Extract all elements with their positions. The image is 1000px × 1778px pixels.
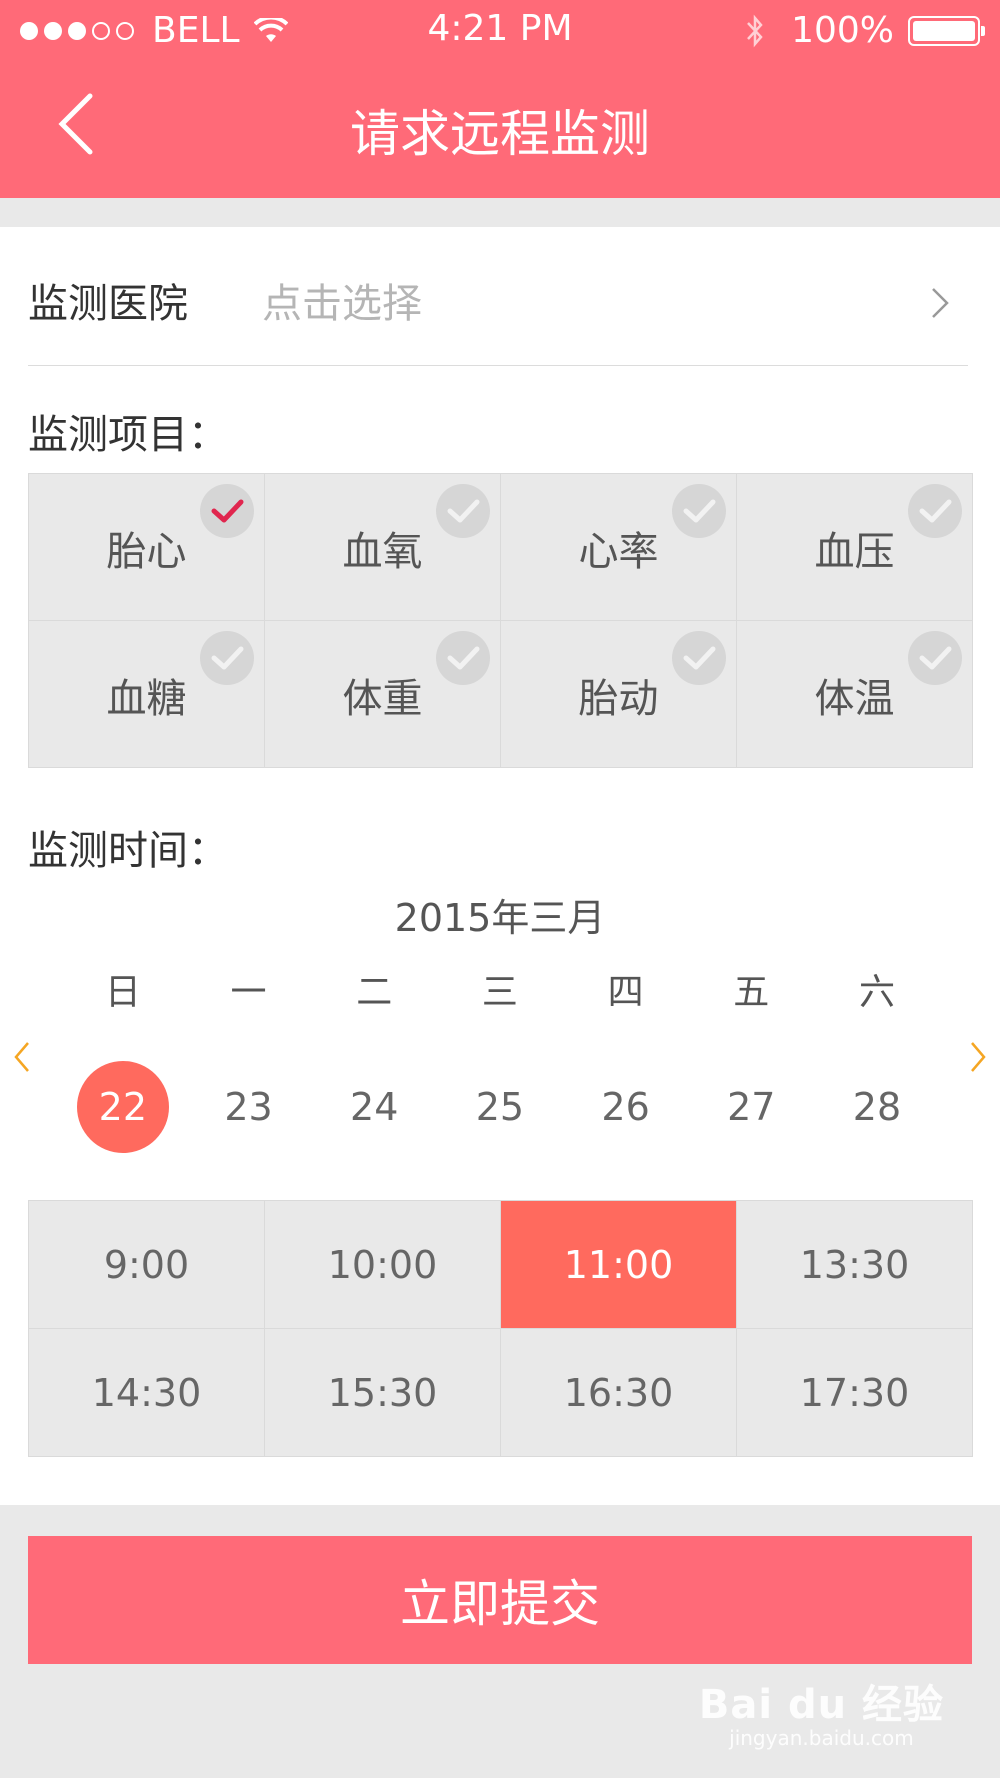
time-slots-grid: 9:00 10:00 11:00 13:30 14:30 15:30 16:30 17:30 xyxy=(28,1200,973,1457)
time-slot[interactable]: 13:30 xyxy=(737,1201,973,1329)
battery-icon xyxy=(908,15,985,46)
time-slot[interactable]: 9:00 xyxy=(29,1201,265,1329)
calendar-day[interactable]: 23 xyxy=(186,1061,312,1153)
time-slot[interactable]: 10:00 xyxy=(265,1201,501,1329)
time-section-label: 监测时间： xyxy=(28,828,228,874)
monitor-item-label: 血氧 xyxy=(342,529,423,575)
calendar-day[interactable]: 28 xyxy=(814,1061,940,1153)
chevron-right-icon xyxy=(932,288,949,318)
calendar-day-number: 24 xyxy=(350,1085,399,1129)
calendar-day-number: 25 xyxy=(475,1085,525,1129)
monitor-item-option[interactable]: 心率 xyxy=(501,474,737,621)
time-slot[interactable]: 16:30 xyxy=(501,1329,737,1457)
monitor-item-option[interactable]: 胎动 xyxy=(501,621,737,768)
calendar-day-number: 26 xyxy=(601,1085,650,1129)
calendar-day-number: 27 xyxy=(727,1085,776,1129)
chevron-right-icon[interactable] xyxy=(968,1039,988,1075)
watermark-url: jingyan.baidu.com xyxy=(729,1726,914,1750)
submit-button[interactable]: 立即提交 xyxy=(28,1536,972,1664)
monitor-item-label: 血糖 xyxy=(106,676,187,722)
battery-percent: 100% xyxy=(791,10,894,51)
time-slot-label: 15:30 xyxy=(327,1370,438,1415)
weekday-label: 一 xyxy=(230,972,267,1013)
calendar-day[interactable]: 26 xyxy=(563,1061,689,1153)
hospital-label: 监测医院 xyxy=(28,281,188,327)
weekday-label: 六 xyxy=(858,972,895,1013)
time-slot-label: 13:30 xyxy=(799,1242,910,1287)
check-circle-icon xyxy=(672,484,726,538)
day-row: 22 23 24 25 26 27 28 xyxy=(60,1061,940,1153)
time-slot[interactable]: 17:30 xyxy=(737,1329,973,1457)
form-panel: 监测医院 点击选择 监测项目： 胎心 血氧 心率 血压血糖 体重 胎动 体温 监测时间： 2… xyxy=(0,227,1000,1505)
calendar-day-number: 23 xyxy=(224,1085,273,1129)
check-circle-icon xyxy=(908,631,962,685)
check-circle-icon xyxy=(200,484,254,538)
monitor-item-label: 体重 xyxy=(342,676,423,722)
monitor-item-label: 胎动 xyxy=(578,676,659,722)
monitor-item-label: 胎心 xyxy=(106,529,187,575)
weekday-label: 五 xyxy=(733,972,770,1013)
weekday-label: 四 xyxy=(607,972,644,1013)
calendar-day-number: 28 xyxy=(852,1085,902,1129)
check-circle-icon xyxy=(908,484,962,538)
hospital-select-row[interactable]: 监测医院 点击选择 xyxy=(28,227,968,366)
monitor-item-option[interactable]: 血氧 xyxy=(265,474,501,621)
weekday-label: 二 xyxy=(356,972,393,1013)
watermark: Bai du 经验 jingyan.baidu.com xyxy=(699,1672,944,1750)
time-slot-label: 16:30 xyxy=(563,1370,674,1415)
calendar-day[interactable]: 22 xyxy=(60,1061,186,1153)
monitor-item-option[interactable]: 胎心 xyxy=(29,474,265,621)
monitor-item-option[interactable]: 体温 xyxy=(737,621,973,768)
watermark-brand: Bai du 经验 xyxy=(698,1682,944,1728)
header-bar: BELL 4:21 PM 100% 请求远程监测 xyxy=(0,0,1000,198)
time-slot[interactable]: 15:30 xyxy=(265,1329,501,1457)
page-title: 请求远程监测 xyxy=(350,105,650,163)
time-slot-label: 10:00 xyxy=(327,1242,438,1287)
monitor-item-label: 心率 xyxy=(578,529,659,575)
weekday-label: 三 xyxy=(481,972,518,1013)
hospital-placeholder: 点击选择 xyxy=(262,281,422,327)
time-slot[interactable]: 11:00 xyxy=(501,1201,737,1329)
weekday-row: 日一二三四五六 xyxy=(60,963,940,1015)
check-circle-icon xyxy=(436,631,490,685)
monitor-item-option[interactable]: 体重 xyxy=(265,621,501,768)
check-circle-icon xyxy=(200,631,254,685)
time-slot[interactable]: 14:30 xyxy=(29,1329,265,1457)
time-slot-label: 9:00 xyxy=(103,1242,190,1287)
calendar-day-number: 22 xyxy=(76,1061,169,1153)
status-bar: BELL 4:21 PM 100% xyxy=(0,0,1000,64)
monitor-items-grid: 胎心 血氧 心率 血压血糖 体重 胎动 体温 xyxy=(28,473,973,768)
items-section-label: 监测项目： xyxy=(28,412,228,458)
bluetooth-icon xyxy=(747,14,763,47)
weekday-label: 日 xyxy=(104,972,141,1013)
time-slot-label: 14:30 xyxy=(91,1370,202,1415)
time-slot-label: 11:00 xyxy=(563,1242,674,1287)
time-slot-label: 17:30 xyxy=(799,1370,910,1415)
monitor-item-label: 血压 xyxy=(814,529,895,575)
check-circle-icon xyxy=(672,631,726,685)
calendar-day[interactable]: 25 xyxy=(437,1061,563,1153)
chevron-left-icon[interactable] xyxy=(12,1039,32,1075)
monitor-item-label: 体温 xyxy=(814,676,895,722)
status-right: 100% xyxy=(745,10,985,51)
monitor-item-option[interactable]: 血糖 xyxy=(29,621,265,768)
calendar-month: 2015年三月 xyxy=(394,896,606,940)
calendar-day[interactable]: 24 xyxy=(311,1061,437,1153)
monitor-item-option[interactable]: 血压 xyxy=(737,474,973,621)
calendar-day[interactable]: 27 xyxy=(688,1061,814,1153)
check-circle-icon xyxy=(436,484,490,538)
